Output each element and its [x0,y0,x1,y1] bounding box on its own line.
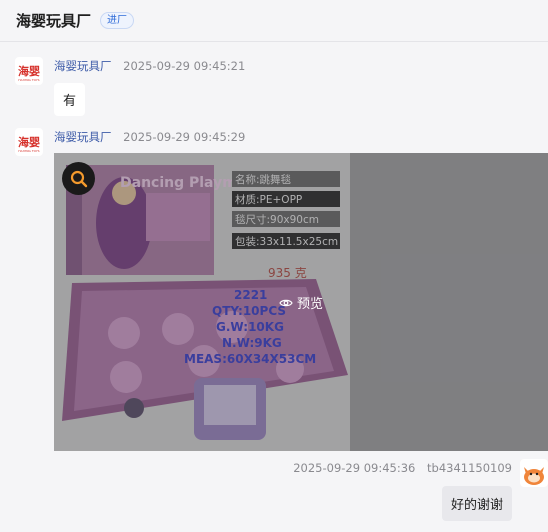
shop-avatar[interactable]: 海婴 HAIYING TOYS [15,57,43,85]
message-meta: 海婴玩具厂 2025-09-29 09:45:29 [54,129,245,145]
message-sender: 海婴玩具厂 [54,59,112,73]
message-sender: 海婴玩具厂 [54,130,112,144]
message-time: 2025-09-29 09:45:21 [123,59,246,73]
shop-logo: 海婴 [18,135,40,149]
message-bubble: 好的谢谢 [441,486,512,521]
zoom-button[interactable] [62,162,95,195]
message-meta: 2025-09-29 09:45:36 tb4341150109 [293,461,512,475]
message-sender: tb4341150109 [427,461,512,475]
enter-shop-button[interactable]: 进厂 [100,12,135,29]
message-time: 2025-09-29 09:45:36 [293,461,416,475]
shop-name[interactable]: 海婴玩具厂 [16,10,91,31]
message-meta: 海婴玩具厂 2025-09-29 09:45:21 [54,58,245,74]
shop-logo: 海婴 [18,64,40,78]
eye-icon [279,299,293,306]
chat-header: 海婴玩具厂 进厂 [0,0,548,42]
preview-label: 预览 [297,297,324,312]
shop-logo-sub: HAIYING TOYS [18,78,40,82]
user-avatar[interactable] [520,459,548,487]
search-icon [70,170,87,187]
preview-button[interactable]: 预览 [279,293,323,312]
message-bubble: 有 [54,83,86,116]
shop-logo-sub: HAIYING TOYS [18,149,40,153]
shop-avatar[interactable]: 海婴 HAIYING TOYS [15,128,43,156]
message-time: 2025-09-29 09:45:29 [123,130,246,144]
